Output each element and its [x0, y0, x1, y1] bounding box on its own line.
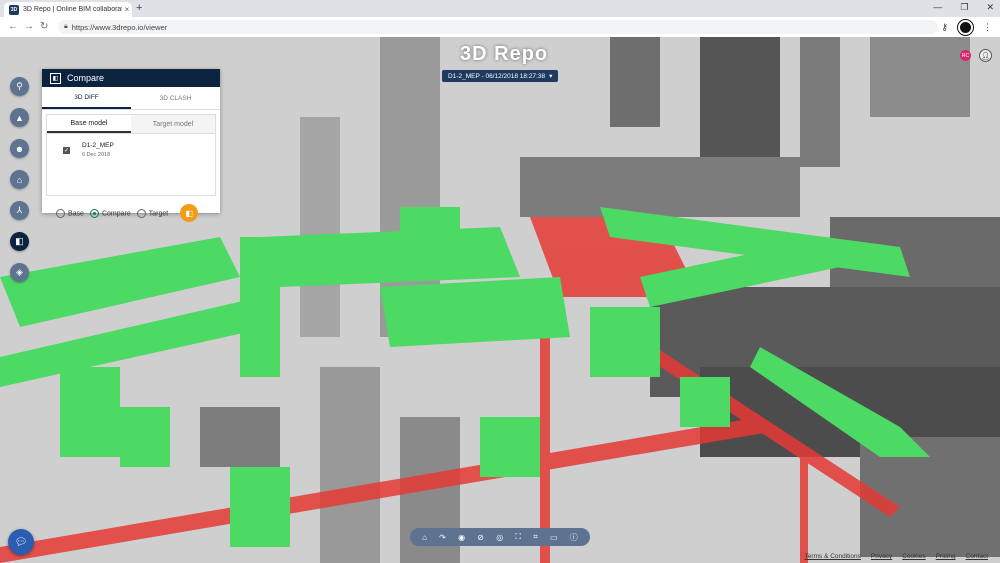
turntable-icon[interactable]: ↷ — [439, 533, 446, 542]
layers-icon[interactable]: ◈ — [10, 263, 29, 282]
model-info: D1-2_MEP 6 Dec 2018 — [82, 142, 114, 158]
tab-target-model[interactable]: Target model — [131, 115, 215, 133]
browser-tab-bar: 3D 3D Repo | Online BIM collaborati × + … — [0, 0, 1000, 17]
extension-icon[interactable] — [958, 20, 973, 35]
home-icon[interactable]: ⌂ — [422, 533, 427, 542]
chat-icon[interactable]: 💬︎ — [8, 529, 34, 555]
info-icon[interactable]: ⓘ — [570, 532, 578, 543]
model-box: Base model Target model ✓ D1-2_MEP 6 Dec… — [46, 114, 216, 196]
issues-icon[interactable]: ▲ — [10, 108, 29, 127]
pricing-link[interactable]: Pricing — [936, 553, 956, 560]
compare-icon[interactable]: ◧ — [10, 232, 29, 251]
hide-icon[interactable]: ⊘ — [477, 533, 484, 542]
clip-icon[interactable]: ⌗ — [533, 532, 538, 542]
revision-label: D1-2_MEP - 06/12/2018 18:27:38 — [448, 72, 546, 80]
contact-link[interactable]: Contact — [966, 553, 988, 560]
url-text: https://www.3drepo.io/viewer — [71, 22, 168, 32]
pin-icon[interactable]: ⚲ — [10, 77, 29, 96]
model-checkbox[interactable]: ✓ — [63, 146, 70, 154]
forward-icon[interactable]: → — [24, 21, 34, 32]
model-name: D1-2_MEP — [82, 142, 114, 149]
key-icon[interactable]: ⚷ — [941, 22, 948, 33]
tab-base-model[interactable]: Base model — [47, 115, 131, 133]
menu-icon[interactable]: ⋮ — [983, 22, 992, 33]
notification-icon[interactable]: RC — [960, 50, 971, 61]
compare-header-icon: ◧ — [50, 72, 61, 84]
isolate-icon[interactable]: ◎ — [496, 533, 503, 542]
lock-icon: 🔒︎ — [64, 23, 68, 30]
camera-icon[interactable]: ⌂ — [10, 170, 29, 189]
chevron-down-icon: ▾ — [549, 73, 553, 80]
address-bar: ← → ↻ 🔒︎ https://www.3drepo.io/viewer ⚷ … — [0, 17, 1000, 38]
tree-icon[interactable]: ⅄ — [10, 201, 29, 220]
browser-actions: ⚷ ⋮ — [941, 20, 992, 35]
focus-icon[interactable]: ⛶ — [515, 532, 521, 542]
risks-icon[interactable]: ☻ — [10, 139, 29, 158]
new-tab-button[interactable]: + — [136, 2, 142, 14]
radio-compare[interactable]: Compare — [89, 208, 131, 218]
restore-button[interactable]: ❐ — [960, 2, 968, 13]
back-icon[interactable]: ← — [8, 21, 18, 32]
user-area: RC 👤︎ — [960, 49, 992, 62]
reload-icon[interactable]: ↻ — [40, 21, 48, 32]
compare-title: Compare — [67, 73, 105, 83]
radio-compare-label: Compare — [101, 209, 131, 217]
show-all-icon[interactable]: ◉ — [458, 533, 465, 542]
model-tabs: Base model Target model — [47, 115, 215, 134]
favicon-icon: 3D — [9, 4, 19, 15]
bottom-toolbar: ⌂ ↷ ◉ ⊘ ◎ ⛶ ⌗ ▭ ⓘ — [410, 528, 590, 546]
terms-link[interactable]: Terms & Conditions — [805, 553, 861, 560]
compare-panel-header: ◧ Compare — [42, 69, 220, 87]
measure-icon[interactable]: ▭ — [550, 533, 558, 542]
close-window-button[interactable]: ✕ — [986, 2, 994, 13]
footer-links: Terms & Conditions Privacy Cookies Prici… — [805, 553, 988, 560]
window-controls: — ❐ ✕ — [933, 2, 994, 13]
radio-base[interactable]: Base — [56, 208, 84, 218]
radio-target-label: Target — [148, 209, 169, 217]
tab-3d-diff[interactable]: 3D DIFF — [42, 87, 131, 109]
compare-panel: ◧ Compare 3D DIFF 3D CLASH Base model Ta… — [42, 69, 220, 222]
radio-target[interactable]: Target — [136, 208, 169, 218]
tab-close-icon[interactable]: × — [122, 5, 132, 14]
tab-title: 3D Repo | Online BIM collaborati — [23, 6, 122, 13]
revision-selector[interactable]: D1-2_MEP - 06/12/2018 18:27:38 ▾ — [442, 70, 559, 82]
privacy-link[interactable]: Privacy — [871, 553, 892, 560]
3d-viewer[interactable]: 3D Repo D1-2_MEP - 06/12/2018 18:27:38 ▾… — [0, 37, 1000, 563]
user-account-icon[interactable]: 👤︎ — [979, 49, 992, 62]
model-row: ✓ D1-2_MEP 6 Dec 2018 — [47, 134, 215, 158]
radio-base-label: Base — [68, 209, 84, 217]
3drepo-logo: 3D Repo — [460, 43, 549, 65]
tab-3d-clash[interactable]: 3D CLASH — [131, 87, 220, 109]
left-toolbar: ⚲ ▲ ☻ ⌂ ⅄ ◧ ◈ — [10, 77, 29, 282]
compare-mode-tabs: 3D DIFF 3D CLASH — [42, 87, 220, 110]
browser-tab[interactable]: 3D 3D Repo | Online BIM collaborati × — [4, 2, 132, 17]
minimize-button[interactable]: — — [933, 2, 942, 13]
model-date: 6 Dec 2018 — [82, 152, 111, 158]
run-compare-button[interactable]: ◧ — [180, 204, 199, 222]
compare-radio-group: Base Compare Target ◧ — [42, 200, 220, 222]
url-field[interactable]: 🔒︎ https://www.3drepo.io/viewer — [58, 20, 938, 34]
cookies-link[interactable]: Cookies — [902, 553, 925, 560]
